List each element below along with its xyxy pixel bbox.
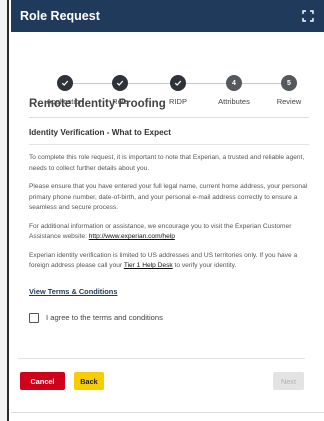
progress-stepper: Application Role RIDP 4 Attributes 5 Rev… — [11, 32, 324, 106]
step-number-indicator: 4 — [226, 75, 242, 91]
next-button[interactable]: Next — [273, 372, 304, 390]
modal-bottom-edge — [11, 412, 324, 413]
step-connector — [239, 83, 283, 84]
cancel-button[interactable]: Cancel — [20, 372, 65, 390]
info-paragraph: Experian identity verification is limite… — [29, 251, 309, 272]
divider — [29, 144, 309, 145]
step-ridp: RIDP — [169, 75, 187, 106]
info-paragraph: To complete this role request, it is imp… — [29, 154, 305, 172]
agree-terms-row[interactable]: I agree to the terms and conditions — [29, 312, 309, 323]
info-paragraph: For additional information or assistance… — [29, 222, 309, 243]
step-number: 5 — [287, 79, 291, 87]
step-application: Application — [47, 75, 83, 106]
back-button[interactable]: Back — [74, 372, 104, 390]
check-icon — [61, 80, 69, 86]
step-complete-indicator — [57, 75, 73, 91]
check-icon — [174, 80, 182, 86]
ridp-content: Remote Identity Proofing Identity Verifi… — [29, 98, 309, 323]
expand-icon[interactable] — [302, 10, 314, 22]
divider — [29, 117, 309, 118]
step-connector — [125, 83, 173, 84]
step-attributes: 4 Attributes — [218, 75, 250, 106]
page-left-edge — [0, 0, 9, 421]
experian-help-link[interactable]: http://www.experian.com/help — [89, 233, 175, 240]
footer-divider — [18, 358, 305, 359]
step-number: 4 — [232, 79, 236, 87]
step-role: Role — [112, 75, 128, 106]
step-review: 5 Review — [277, 75, 301, 106]
step-connector — [71, 83, 115, 84]
modal-title: Role Request — [20, 9, 100, 23]
step-number-indicator: 5 — [281, 75, 297, 91]
agree-terms-label[interactable]: I agree to the terms and conditions — [46, 313, 163, 322]
paragraph-text: to verify your identity. — [172, 262, 237, 269]
agree-terms-checkbox[interactable] — [29, 312, 39, 323]
step-complete-indicator — [112, 75, 128, 91]
step-connector — [183, 83, 229, 84]
info-paragraph: Please ensure that you have entered your… — [29, 183, 308, 211]
section-subtitle: Identity Verification - What to Expect — [29, 128, 171, 137]
section-title: Remote Identity Proofing — [29, 98, 166, 110]
check-icon — [116, 80, 124, 86]
help-desk-link[interactable]: Tier 1 Help Desk — [124, 262, 173, 269]
modal-header: Role Request — [11, 0, 324, 32]
step-complete-indicator — [170, 75, 186, 91]
view-terms-link[interactable]: View Terms & Conditions — [29, 287, 117, 296]
